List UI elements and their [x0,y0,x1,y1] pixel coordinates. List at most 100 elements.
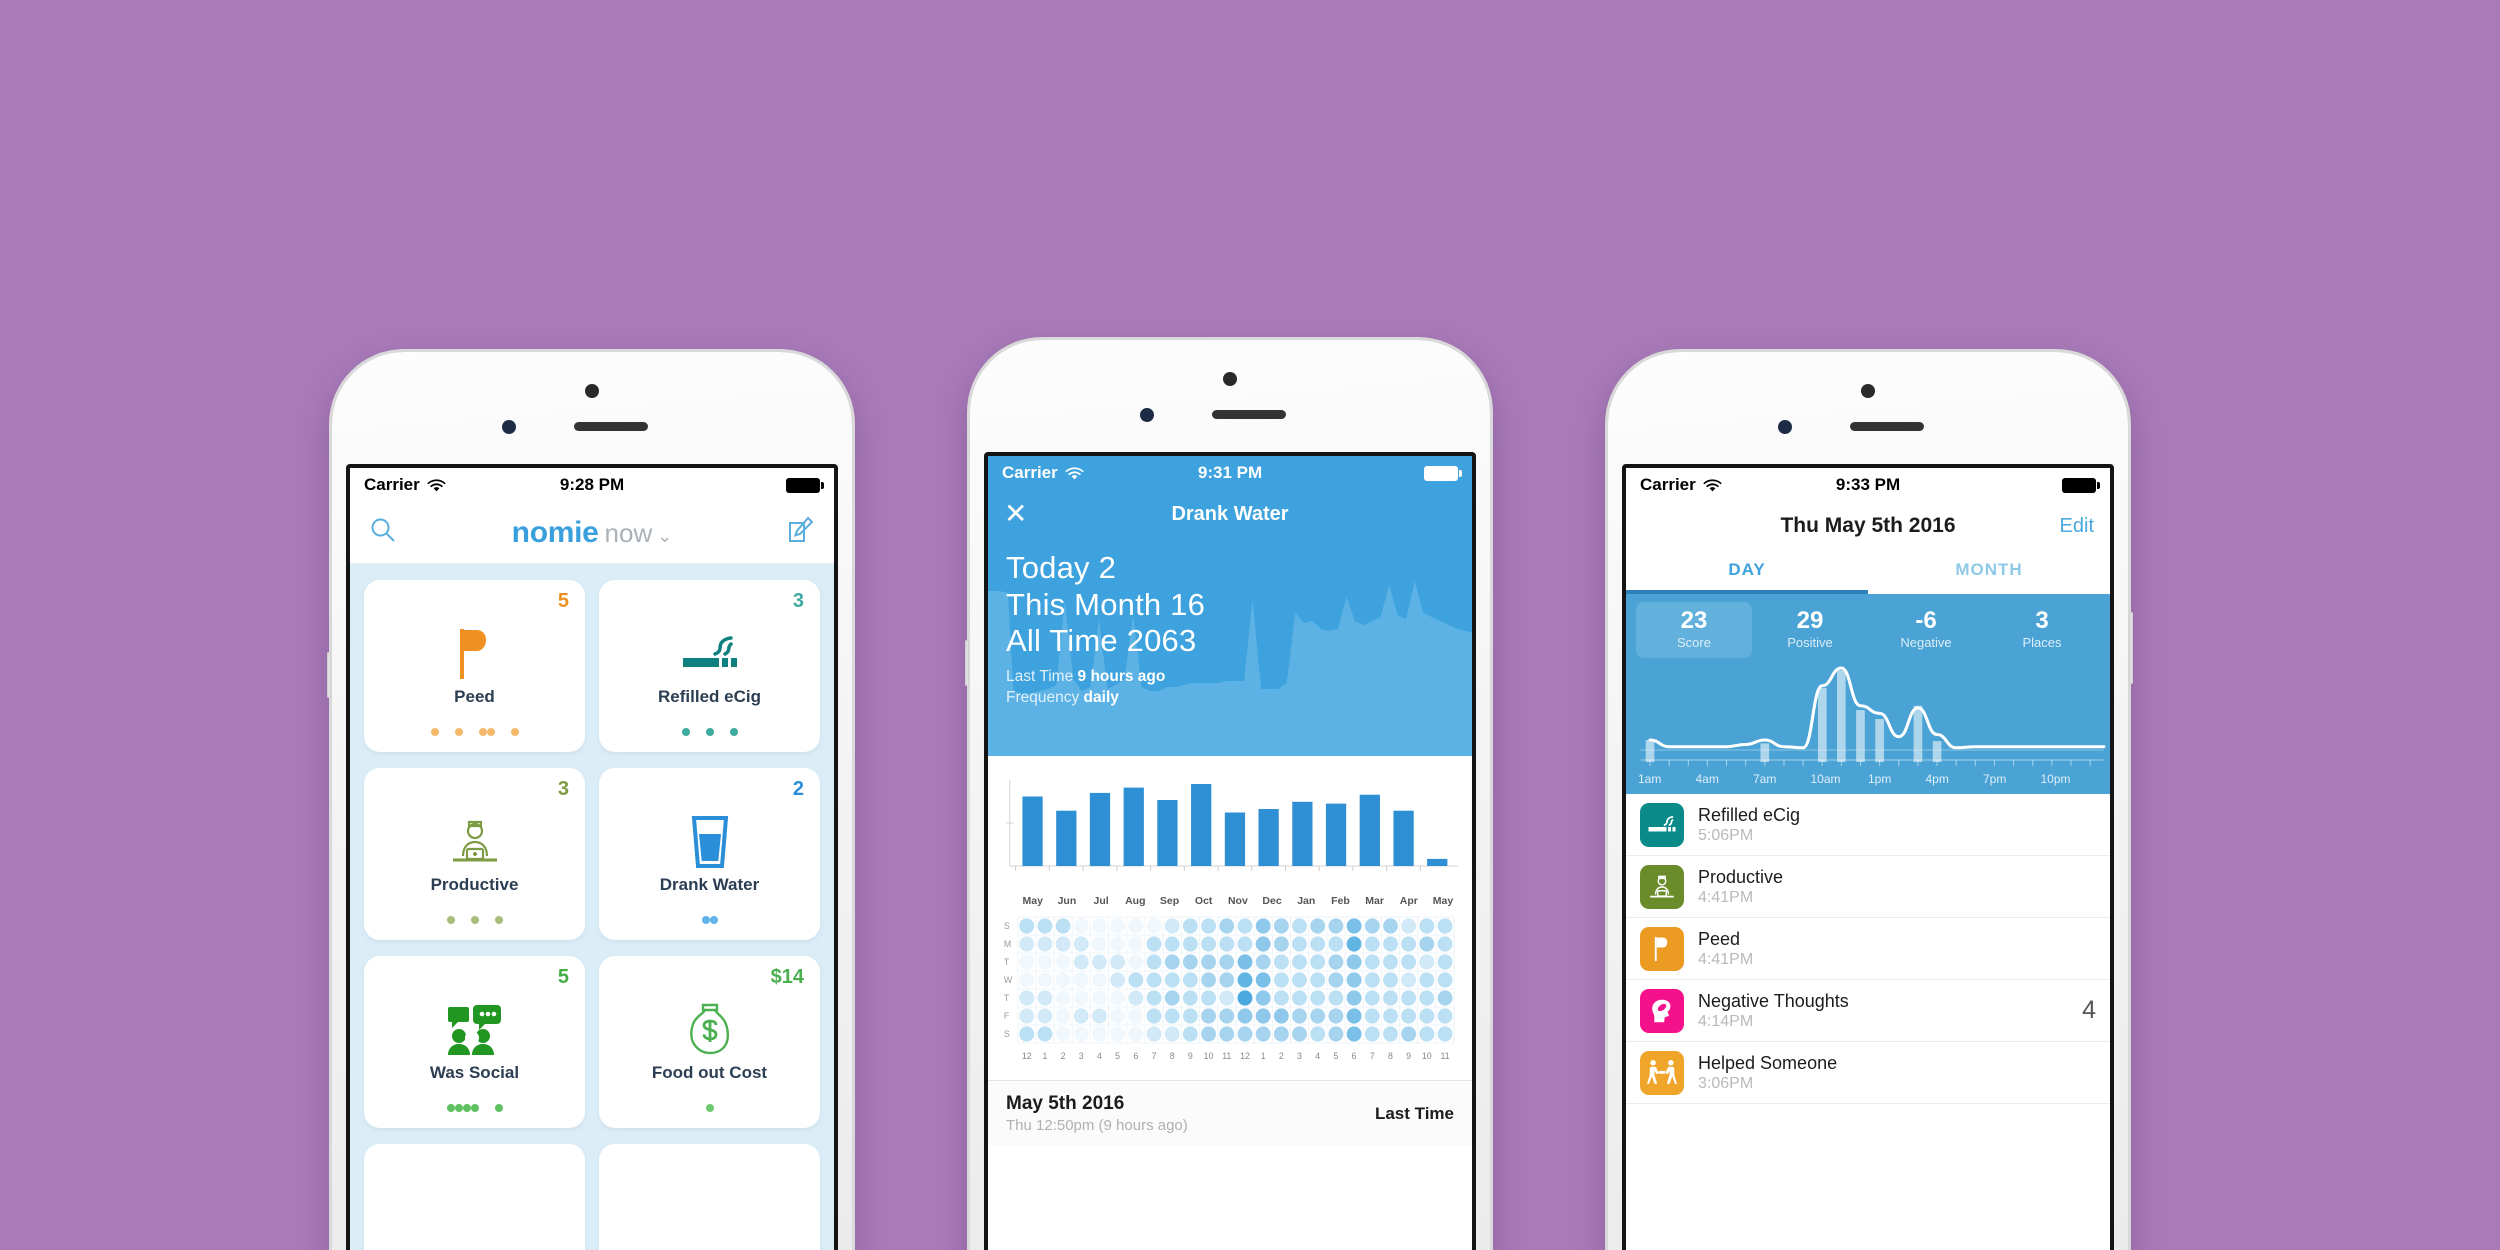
svg-text:F: F [1004,1011,1010,1021]
front-camera-icon [585,384,599,398]
battery-icon [786,477,824,493]
money-bag-icon [685,1001,735,1059]
last-entry-date: May 5th 2016 [1006,1093,1125,1114]
svg-text:7: 7 [1370,1051,1375,1061]
kpi-places[interactable]: 3 Places [1984,602,2100,658]
flag-icon [450,625,500,683]
stat-alltime-value: 2063 [1126,623,1197,659]
hourly-activity-chart [1626,660,2110,772]
nomie-logo-group[interactable]: nomie now ⌄ [398,516,786,550]
kpi-negative[interactable]: -6 Negative [1868,602,1984,658]
bar-xtick: Nov [1227,895,1248,907]
stat-frequency: Frequency daily [1006,687,1454,708]
svg-text:11: 11 [1440,1051,1449,1061]
list-item[interactable]: Refilled eCig 5:06PM [1626,794,2110,857]
entry-name: Helped Someone [1698,1052,1838,1073]
desk-person-icon [447,813,503,871]
desk-person-icon [1640,864,1684,909]
entry-time: 4:41PM [1698,888,1754,906]
hour-weekday-heatmap: S M T W T F S 12 1 2 3 4 5 6 7 8 9 10 11 12 1 2 3 4 5 6 7 8 9 10 11 [988,909,1472,1080]
svg-text:6: 6 [1352,1051,1357,1061]
tile-refilled-ecig[interactable]: 3 Refilled eCig [599,580,820,752]
app-logo: nomie [511,515,599,549]
list-item[interactable]: Negative Thoughts 4:14PM 4 [1626,980,2110,1043]
list-item[interactable]: Helped Someone 3:06PM [1626,1042,2110,1105]
kpi-score[interactable]: 23 Score [1636,602,1752,659]
proximity-sensor-icon [1778,420,1792,434]
chart-xtick: 1pm [1868,772,1892,787]
compose-icon[interactable] [786,515,816,550]
svg-text:9: 9 [1406,1051,1411,1061]
chart-xtick: 10am [1810,772,1841,787]
chart-xtick: 4am [1695,772,1719,787]
carrier-label: Carrier [364,475,420,494]
kpi-positive[interactable]: 29 Positive [1752,602,1868,658]
nomie-navbar: nomie now ⌄ [350,502,834,564]
tile-count: 2 [792,778,804,800]
last-entry-row[interactable]: May 5th 2016 Thu 12:50pm (9 hours ago) L… [988,1080,1472,1146]
tile-label: Drank Water [659,875,760,894]
bar-xtick: Apr [1399,895,1418,907]
stat-lasttime: Last Time 9 hours ago [1006,666,1454,687]
kpi-value: 29 [1796,607,1824,634]
entry-name: Refilled eCig [1698,804,1801,825]
entry-time: 4:41PM [1698,950,1754,968]
tile-partial[interactable] [599,1144,820,1250]
stat-month-value: 16 [1170,586,1206,622]
tile-peed[interactable]: 5 Peed [364,580,585,752]
stat-today-value: 2 [1098,550,1117,585]
detail-title: Drank Water [1171,502,1289,525]
helping-hands-icon [1640,1050,1684,1095]
view-mode-label: now [604,517,653,548]
phone3-side-button [2129,612,2133,684]
proximity-sensor-icon [502,420,516,434]
tile-dots [364,1104,585,1112]
bar-xtick: Aug [1125,895,1146,907]
tile-row-partial [364,1144,820,1250]
tile-was-social[interactable]: 5 Was Social [364,956,585,1128]
svg-text:M: M [1004,939,1011,949]
status-time-2: 9:31 PM [1197,463,1263,482]
chevron-down-icon[interactable]: ⌄ [657,526,672,546]
edit-button[interactable]: Edit [2060,515,2094,538]
wifi-icon [1064,466,1084,480]
status-time-1: 9:28 PM [559,475,625,494]
svg-text:1: 1 [1042,1051,1047,1061]
phone-device-3: Carrier 9:33 PM Thu May 5th 2016 Edit DA… [1608,352,2133,1250]
list-item[interactable]: Productive 4:41PM [1626,856,2110,919]
stat-lasttime-label: Last Time [1006,667,1074,685]
head-thought-icon [1640,988,1684,1033]
kpi-label: Score [1677,635,1711,651]
search-icon[interactable] [368,515,398,550]
phone2-bezel-top [970,340,1490,452]
svg-text:2: 2 [1279,1051,1284,1061]
entry-time: 4:14PM [1698,1012,1754,1030]
svg-text:7: 7 [1152,1051,1157,1061]
kpi-value: 3 [2035,607,2049,634]
bar-xtick: Feb [1331,895,1350,907]
carrier-label: Carrier [1640,475,1696,494]
tile-partial[interactable] [364,1144,585,1250]
tile-dots [599,1104,820,1112]
chart-xtick: 1am [1638,772,1662,787]
list-item[interactable]: Peed 4:41PM [1626,918,2110,981]
svg-text:10: 10 [1204,1051,1214,1061]
day-navbar: Thu May 5th 2016 Edit [1626,502,2110,550]
tile-productive[interactable]: 3 Productive [364,768,585,940]
svg-text:12: 12 [1022,1051,1032,1061]
day-month-tabs: DAY MONTH [1626,550,2110,594]
tile-count: 3 [557,778,569,800]
tile-drank-water[interactable]: 2 Drank Water [599,768,820,940]
tile-food-out-cost[interactable]: $14 Food out Cost [599,956,820,1128]
flag-icon [1640,926,1684,971]
stat-alltime-label: All Time [1006,623,1118,659]
bar-xtick: Jul [1093,895,1109,907]
cigarette-icon [681,625,739,683]
chart-xtick: 7pm [1983,772,2007,787]
svg-text:W: W [1004,975,1013,985]
tracker-grid: 5 Peed 3 Refilled eCig 3 Productive 2 Dr… [350,564,834,1250]
stat-today-label: Today [1006,550,1090,585]
tab-month[interactable]: MONTH [1868,550,2110,594]
last-time-badge: Last Time [1374,1103,1454,1123]
tab-day[interactable]: DAY [1626,550,1868,594]
